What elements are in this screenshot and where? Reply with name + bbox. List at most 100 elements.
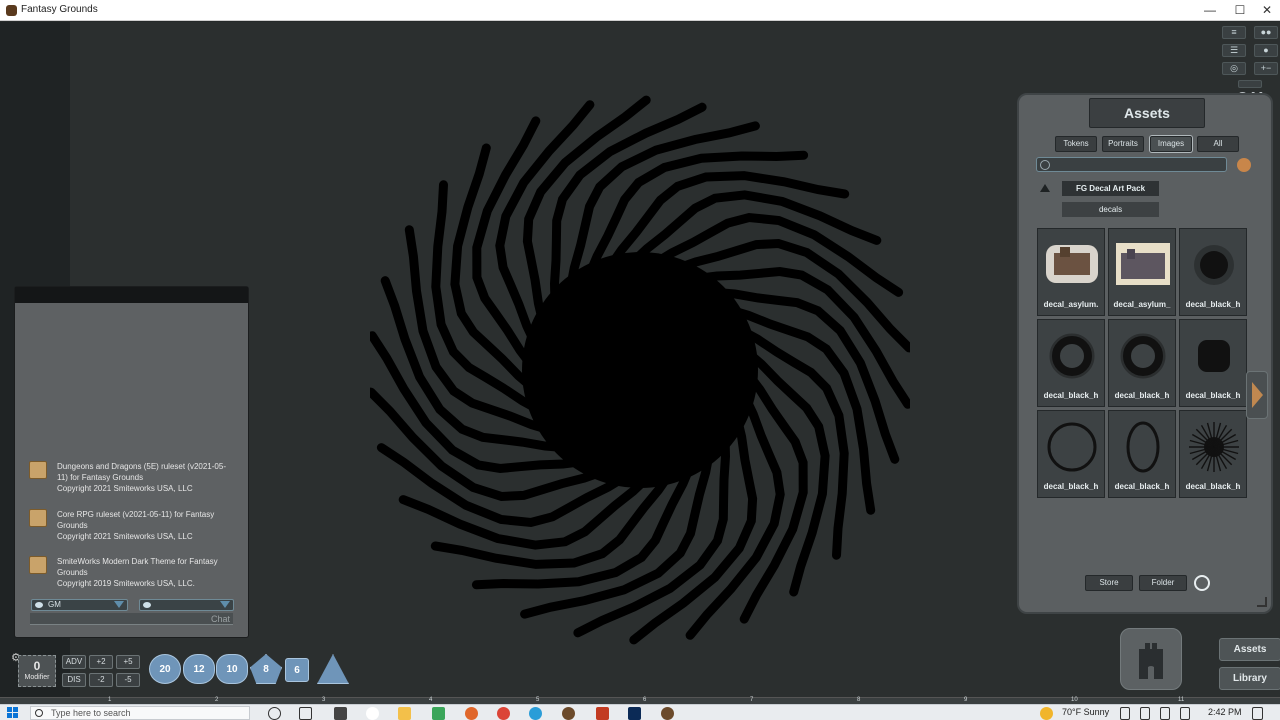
d6-die[interactable]: 6 bbox=[285, 658, 309, 682]
black-hole-decal bbox=[370, 95, 910, 645]
chrome-icon[interactable] bbox=[497, 707, 510, 720]
chat-message-title: SmiteWorks Modern Dark Theme for Fantasy… bbox=[57, 557, 218, 577]
plus2-button[interactable]: +2 bbox=[89, 655, 113, 669]
minus5-button[interactable]: -5 bbox=[116, 673, 140, 687]
tab-all[interactable]: All bbox=[1197, 136, 1239, 152]
more-tools-icon[interactable] bbox=[1238, 80, 1262, 88]
edge-icon[interactable] bbox=[529, 707, 542, 720]
chevron-down-icon bbox=[220, 601, 230, 608]
app-icon-green[interactable] bbox=[432, 707, 445, 720]
tray-icon[interactable] bbox=[1120, 707, 1130, 720]
map-strip: 123456789101112 bbox=[0, 697, 1280, 704]
asset-preview bbox=[1113, 328, 1173, 384]
speaker-value: GM bbox=[48, 600, 61, 609]
windows-start-icon[interactable] bbox=[7, 707, 19, 719]
window-titlebar: Fantasy Grounds — ☐ ✕ bbox=[0, 0, 1280, 21]
asset-thumbnail[interactable]: decal_black_h bbox=[1179, 228, 1247, 316]
tab-images[interactable]: Images bbox=[1150, 136, 1192, 152]
weather-text[interactable]: 70°F Sunny bbox=[1062, 707, 1109, 717]
network-icon[interactable] bbox=[1140, 707, 1150, 720]
calculator-icon[interactable]: +− bbox=[1254, 62, 1278, 75]
modifier-label: Modifier bbox=[19, 674, 55, 681]
cortana-icon[interactable] bbox=[268, 707, 281, 720]
app-icon-red[interactable] bbox=[596, 707, 609, 720]
map-strip-number: 8 bbox=[857, 697, 860, 703]
tab-portraits[interactable]: Portraits bbox=[1102, 136, 1144, 152]
search-icon bbox=[1040, 160, 1050, 170]
chat-input[interactable]: Chat bbox=[30, 613, 233, 625]
volume-icon[interactable] bbox=[1160, 707, 1170, 720]
store-button[interactable]: Store bbox=[1085, 575, 1133, 591]
chat-message-copyright: Copyright 2019 Smiteworks USA, LLC. bbox=[57, 578, 232, 589]
map-strip-number: 6 bbox=[643, 697, 646, 703]
photoshop-icon[interactable] bbox=[628, 707, 641, 720]
resize-handle[interactable] bbox=[1257, 597, 1267, 607]
language-icon[interactable] bbox=[1180, 707, 1190, 720]
close-window-button[interactable]: ✕ bbox=[1252, 0, 1280, 21]
library-sidebar-button[interactable]: Library bbox=[1219, 667, 1280, 690]
grid-view-icon[interactable] bbox=[1237, 158, 1251, 172]
map-strip-number: 9 bbox=[964, 697, 967, 703]
asset-thumbnail[interactable]: decal_black_h bbox=[1037, 410, 1105, 498]
asset-preview bbox=[1042, 419, 1102, 475]
refresh-icon[interactable] bbox=[1194, 575, 1210, 591]
d12-die[interactable]: 12 bbox=[183, 654, 215, 684]
asset-thumbnail[interactable]: decal_black_h bbox=[1037, 319, 1105, 407]
asset-thumbnail-label: decal_black_h bbox=[1180, 300, 1246, 309]
party-sheet-icon[interactable]: ●● bbox=[1254, 26, 1278, 39]
minus2-button[interactable]: -2 bbox=[89, 673, 113, 687]
speech-bubble-icon bbox=[35, 602, 43, 608]
plus5-button[interactable]: +5 bbox=[116, 655, 140, 669]
asset-thumbnail[interactable]: decal_black_h bbox=[1179, 319, 1247, 407]
file-explorer-icon[interactable] bbox=[398, 707, 411, 720]
asset-search-input[interactable] bbox=[1036, 157, 1227, 172]
fantasy-grounds-taskbar-icon-2[interactable] bbox=[661, 707, 674, 720]
combat-tracker-icon[interactable]: ≡ bbox=[1222, 26, 1246, 39]
dis-button[interactable]: DIS bbox=[62, 673, 86, 687]
app-icon-white[interactable] bbox=[366, 707, 379, 720]
notifications-icon[interactable] bbox=[1252, 707, 1263, 720]
mood-select[interactable] bbox=[139, 599, 234, 611]
maximize-button[interactable]: ☐ bbox=[1225, 0, 1255, 21]
window-title: Fantasy Grounds bbox=[21, 4, 98, 15]
asset-thumbnail-label: decal_asylum. bbox=[1038, 300, 1104, 309]
fantasy-grounds-taskbar-icon[interactable] bbox=[562, 707, 575, 720]
asset-thumbnail[interactable]: decal_black_h bbox=[1108, 410, 1176, 498]
notes-icon[interactable]: ☰ bbox=[1222, 44, 1246, 57]
clock[interactable]: 2:42 PM bbox=[1208, 707, 1242, 717]
options-icon[interactable]: ◎ bbox=[1222, 62, 1246, 75]
taskbar-search[interactable]: Type here to search bbox=[30, 706, 250, 720]
castle-tower-icon bbox=[1121, 629, 1181, 689]
asset-preview bbox=[1184, 237, 1244, 293]
speech-bubble-icon bbox=[143, 602, 151, 608]
images-icon[interactable]: ● bbox=[1254, 44, 1278, 57]
d10-die[interactable]: 10 bbox=[216, 654, 248, 684]
asset-preview bbox=[1042, 237, 1102, 293]
snip-icon[interactable] bbox=[334, 707, 347, 720]
asset-thumbnail[interactable]: decal_asylum. bbox=[1037, 228, 1105, 316]
folder-button[interactable]: Folder bbox=[1139, 575, 1187, 591]
asset-preview bbox=[1042, 328, 1102, 384]
asset-thumbnail-label: decal_black_h bbox=[1038, 482, 1104, 491]
speaker-select[interactable]: GM bbox=[31, 599, 128, 611]
folder-up-icon[interactable] bbox=[1040, 184, 1050, 192]
ruleset-icon bbox=[29, 509, 47, 527]
asset-thumbnail[interactable]: decal_asylum_ bbox=[1108, 228, 1176, 316]
modifier-box[interactable]: 0 Modifier bbox=[18, 655, 56, 687]
assets-sidebar-button[interactable]: Assets bbox=[1219, 638, 1280, 661]
next-page-button[interactable] bbox=[1246, 371, 1268, 419]
firefox-icon[interactable] bbox=[465, 707, 478, 720]
map-strip-number: 5 bbox=[536, 697, 539, 703]
asset-subfolder[interactable]: decals bbox=[1062, 202, 1159, 217]
adv-button[interactable]: ADV bbox=[62, 655, 86, 669]
asset-thumbnail[interactable]: decal_black_h bbox=[1179, 410, 1247, 498]
asset-thumbnail-label: decal_black_h bbox=[1180, 482, 1246, 491]
map-strip-number: 2 bbox=[215, 697, 218, 703]
fantasy-grounds-logo-button[interactable] bbox=[1120, 628, 1182, 690]
asset-thumbnail[interactable]: decal_black_h bbox=[1108, 319, 1176, 407]
d20-die[interactable]: 20 bbox=[149, 654, 181, 684]
tab-tokens[interactable]: Tokens bbox=[1055, 136, 1097, 152]
asset-folder[interactable]: FG Decal Art Pack bbox=[1062, 181, 1159, 196]
task-view-icon[interactable] bbox=[299, 707, 312, 720]
minimize-button[interactable]: — bbox=[1195, 0, 1225, 21]
